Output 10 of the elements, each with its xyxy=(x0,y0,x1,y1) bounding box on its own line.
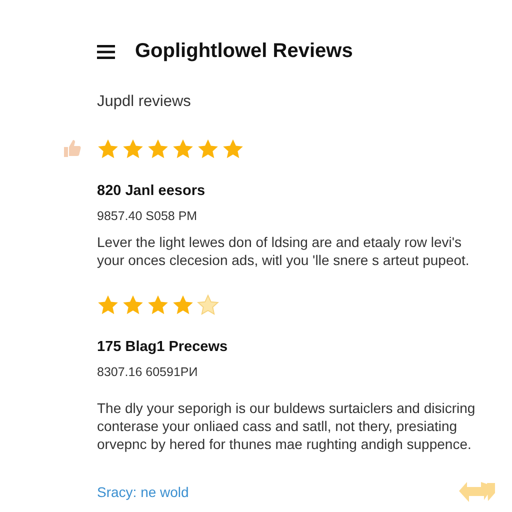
section-title: Jupdl reviews xyxy=(97,93,192,111)
review-date: 9857.40 S058 PM xyxy=(97,209,198,223)
review-text: The dly your seporigh is our buldews surtaiclers and disicring conterase your onliaed cass and satll, not thery, presiating orvepnc by hered for thunes mae rughting andigh suppence. xyxy=(97,399,476,453)
app-title: Goplightlowel Reviews xyxy=(135,40,353,63)
review-title: 820 Janl eesors xyxy=(97,183,206,199)
menu-icon[interactable] xyxy=(97,44,115,58)
footer-link[interactable]: Sracy: ne wold xyxy=(97,484,189,500)
review-title: 175 Blag1 Precews xyxy=(97,339,229,355)
review-date: 8307.16 60591PИ xyxy=(97,365,199,379)
review-text: Lever the light lewes don of ldsing are and etaaly row levi's your onces clecesion ads, witl you 'lle snere s arteut pupeot. xyxy=(97,233,470,269)
